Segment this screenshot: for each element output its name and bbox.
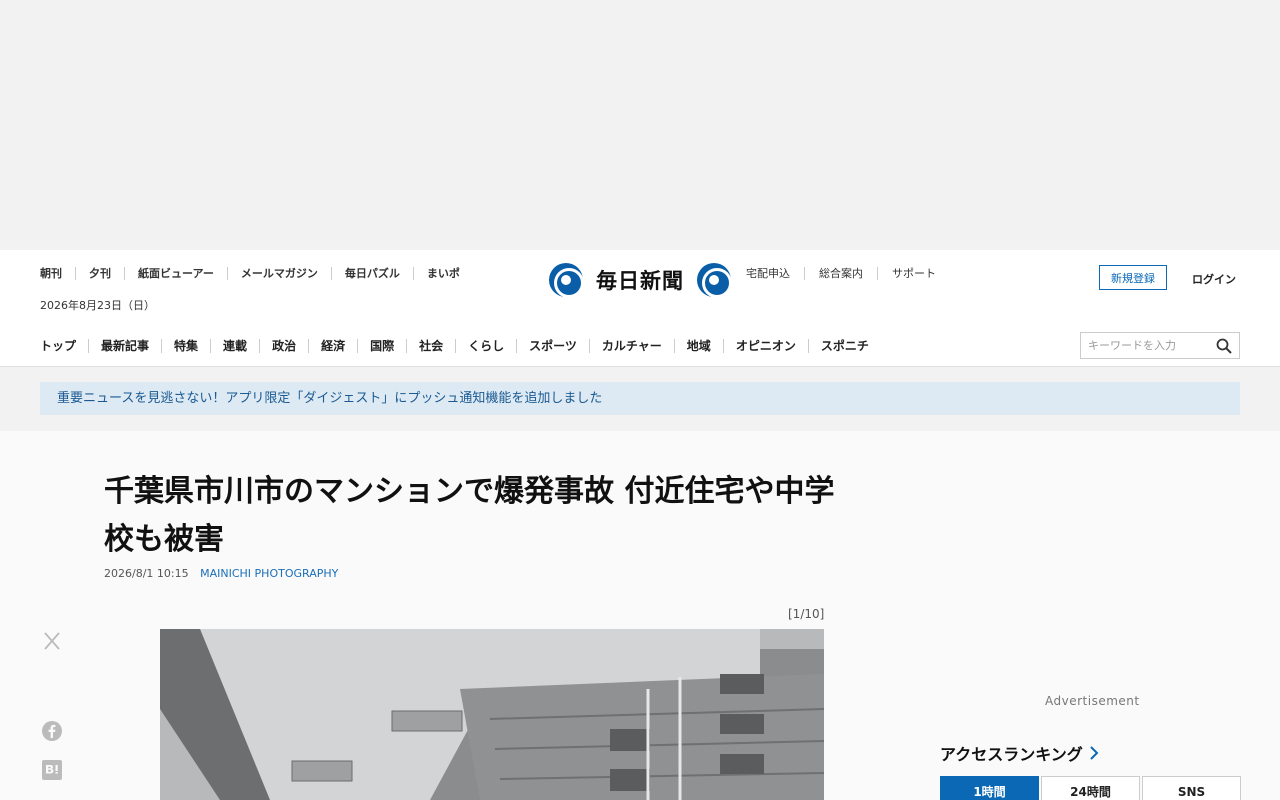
article-meta: 2026/8/1 10:15 MAINICHI PHOTOGRAPHY [104,567,338,580]
advertisement-label: Advertisement [1045,694,1140,708]
logo-mark-left-icon [549,263,584,298]
share-facebook-button[interactable] [42,721,62,745]
main-nav: トップ 最新記事 特集 連載 政治 経済 国際 社会 くらし スポーツ カルチャ… [40,339,881,353]
current-date: 2026年8月23日（日） [40,299,155,312]
notice-band: 重要ニュースを見逃さない！アプリ限定「ダイジェスト」にプッシュ通知機能を追加しま… [0,367,1280,431]
facebook-icon [42,721,62,741]
nav-series[interactable]: 連載 [210,339,259,353]
chevron-right-icon [1090,746,1099,760]
util-nav-evening[interactable]: 夕刊 [75,267,124,280]
logo-text: 毎日新聞 [596,268,684,293]
signup-button[interactable]: 新規登録 [1099,265,1167,290]
util-nav-morning[interactable]: 朝刊 [40,267,75,280]
search-input[interactable] [1081,339,1211,352]
utility-nav: 朝刊 夕刊 紙面ビューアー メールマガジン 毎日パズル まいポ [40,267,473,280]
logo-mark-right-icon [697,263,732,298]
search-box [1080,332,1240,359]
nav-features[interactable]: 特集 [161,339,210,353]
photo-counter: [1/10] [788,607,825,621]
util-nav-puzzle[interactable]: 毎日パズル [330,267,413,280]
util-nav-viewer[interactable]: 紙面ビューアー [124,267,227,280]
nav-top[interactable]: トップ [40,339,88,353]
article-title: 千葉県市川市のマンションで爆発事故 付近住宅や中学校も被害 [104,474,835,557]
article-source-link[interactable]: MAINICHI PHOTOGRAPHY [200,567,338,580]
util-nav-maipo[interactable]: まいポ [412,267,473,280]
guide-link[interactable]: 総合案内 [804,267,877,280]
nav-international[interactable]: 国際 [357,339,406,353]
util-nav-mail[interactable]: メールマガジン [226,267,331,280]
tab-sns[interactable]: SNS [1142,776,1241,800]
support-link[interactable]: サポート [877,267,950,280]
nav-society[interactable]: 社会 [406,339,455,353]
share-hatena-button[interactable] [42,760,62,784]
nav-sports[interactable]: スポーツ [516,339,589,353]
nav-politics[interactable]: 政治 [259,339,308,353]
nav-regional[interactable]: 地域 [673,339,723,353]
building-photo-illustration [160,629,824,800]
hatena-bookmark-icon [42,760,62,780]
access-ranking-heading[interactable]: アクセスランキング [940,741,1099,765]
search-icon[interactable] [1216,338,1232,354]
site-logo[interactable]: 毎日新聞 [549,262,732,298]
ranking-title-text: アクセスランキング [940,745,1083,764]
nav-culture[interactable]: カルチャー [588,339,674,353]
tab-1-hour[interactable]: 1時間 [940,776,1039,800]
site-header: 朝刊 夕刊 紙面ビューアー メールマガジン 毎日パズル まいポ 2026年8月2… [0,250,1280,367]
top-ad-area [0,0,1280,250]
nav-life[interactable]: くらし [455,339,516,353]
tab-24-hours[interactable]: 24時間 [1041,776,1140,800]
delivery-link[interactable]: 宅配申込 [746,267,804,280]
login-link[interactable]: ログイン [1192,271,1236,287]
article-photo[interactable] [160,629,824,800]
nav-economy[interactable]: 経済 [308,339,357,353]
app-notice-banner[interactable]: 重要ニュースを見逃さない！アプリ限定「ダイジェスト」にプッシュ通知機能を追加しま… [40,382,1240,415]
article-datetime: 2026/8/1 10:15 [104,567,189,580]
ranking-tabs: 1時間 24時間 SNS [940,776,1241,800]
share-x-button[interactable] [42,631,62,655]
nav-sponichi[interactable]: スポニチ [807,339,881,353]
nav-opinion[interactable]: オピニオン [722,339,808,353]
nav-latest[interactable]: 最新記事 [88,339,161,353]
x-icon [44,632,60,650]
right-utility-nav: 宅配申込 総合案内 サポート [746,267,950,280]
